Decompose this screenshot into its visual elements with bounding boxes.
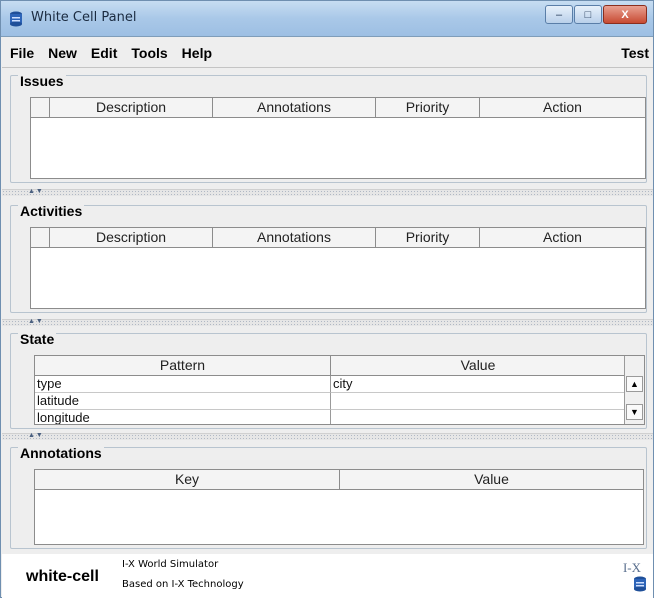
issues-col-annotations[interactable]: Annotations xyxy=(213,98,376,118)
white-cell-panel-window: White Cell Panel – □ X File New Edit Too… xyxy=(0,0,654,598)
issues-col-description[interactable]: Description xyxy=(50,98,213,118)
menu-file[interactable]: File xyxy=(2,45,41,61)
menu-help[interactable]: Help xyxy=(175,45,219,61)
state-table[interactable]: Pattern Value type city latitude longitu… xyxy=(34,355,645,425)
window-title: White Cell Panel xyxy=(31,10,137,25)
ix-logo-icon xyxy=(634,576,646,592)
title-bar[interactable]: White Cell Panel – □ X xyxy=(1,1,653,37)
scroll-up-icon[interactable]: ▲ xyxy=(626,376,643,392)
state-value-cell[interactable]: city xyxy=(331,376,625,393)
table-row[interactable]: latitude xyxy=(35,393,625,410)
issues-section: Issues Description Annotations Priority … xyxy=(2,73,653,183)
divider-arrows-icon[interactable]: ▲▼ xyxy=(28,432,44,439)
annotations-header-row: Key Value xyxy=(35,470,643,490)
annotations-title: Annotations xyxy=(18,445,104,461)
annotations-col-value[interactable]: Value xyxy=(340,470,643,490)
state-split-divider[interactable]: ▲▼ xyxy=(2,432,653,440)
annotations-col-key[interactable]: Key xyxy=(35,470,340,490)
state-col-value[interactable]: Value xyxy=(331,356,625,376)
activities-table[interactable]: Description Annotations Priority Action xyxy=(30,227,646,309)
state-title: State xyxy=(18,331,57,347)
state-value-cell[interactable] xyxy=(331,410,625,424)
table-row[interactable]: longitude xyxy=(35,410,625,424)
minimize-button[interactable]: – xyxy=(545,5,573,24)
state-pattern-cell[interactable]: longitude xyxy=(35,410,331,424)
activities-col-priority[interactable]: Priority xyxy=(376,228,480,248)
scroll-down-icon[interactable]: ▼ xyxy=(626,404,643,420)
state-section: State Pattern Value type city latitude l… xyxy=(2,331,653,429)
activities-col-description[interactable]: Description xyxy=(50,228,213,248)
annotations-section: Annotations Key Value xyxy=(2,445,653,549)
state-value-cell[interactable] xyxy=(331,393,625,410)
issues-col-action[interactable]: Action xyxy=(480,98,645,118)
state-pattern-cell[interactable]: latitude xyxy=(35,393,331,410)
issues-title: Issues xyxy=(18,73,66,89)
state-header-row: Pattern Value xyxy=(35,356,625,376)
state-pattern-cell[interactable]: type xyxy=(35,376,331,393)
close-button[interactable]: X xyxy=(603,5,647,24)
issues-col-priority[interactable]: Priority xyxy=(376,98,480,118)
state-scrollbar[interactable]: ▲ ▼ xyxy=(624,356,644,424)
menu-test[interactable]: Test xyxy=(621,45,649,61)
activities-col-action[interactable]: Action xyxy=(480,228,645,248)
annotations-table[interactable]: Key Value xyxy=(34,469,644,545)
state-col-pattern[interactable]: Pattern xyxy=(35,356,331,376)
table-row[interactable]: type city xyxy=(35,376,625,393)
menu-bar: File New Edit Tools Help Test xyxy=(2,38,653,68)
menu-edit[interactable]: Edit xyxy=(84,45,124,61)
issues-header-row: Description Annotations Priority Action xyxy=(31,98,645,118)
maximize-button[interactable]: □ xyxy=(574,5,602,24)
issues-col-select[interactable] xyxy=(31,98,50,118)
technology-label: Based on I-X Technology xyxy=(122,579,244,590)
divider-arrows-icon[interactable]: ▲▼ xyxy=(28,318,44,325)
ix-logo: I-X xyxy=(622,560,641,575)
window-controls: – □ X xyxy=(544,5,647,25)
menu-tools[interactable]: Tools xyxy=(124,45,174,61)
issues-split-divider[interactable]: ▲▼ xyxy=(2,188,653,196)
divider-arrows-icon[interactable]: ▲▼ xyxy=(28,188,44,195)
footer: white-cell I-X World Simulator Based on … xyxy=(2,554,653,598)
activities-col-annotations[interactable]: Annotations xyxy=(213,228,376,248)
brand-label: white-cell xyxy=(26,568,99,585)
activities-header-row: Description Annotations Priority Action xyxy=(31,228,645,248)
activities-section: Activities Description Annotations Prior… xyxy=(2,203,653,313)
issues-table[interactable]: Description Annotations Priority Action xyxy=(30,97,646,179)
menu-new[interactable]: New xyxy=(41,45,84,61)
simulator-label: I-X World Simulator xyxy=(122,559,219,570)
activities-col-select[interactable] xyxy=(31,228,50,248)
activities-split-divider[interactable]: ▲▼ xyxy=(2,318,653,326)
activities-title: Activities xyxy=(18,203,85,219)
ix-app-icon xyxy=(10,11,22,27)
